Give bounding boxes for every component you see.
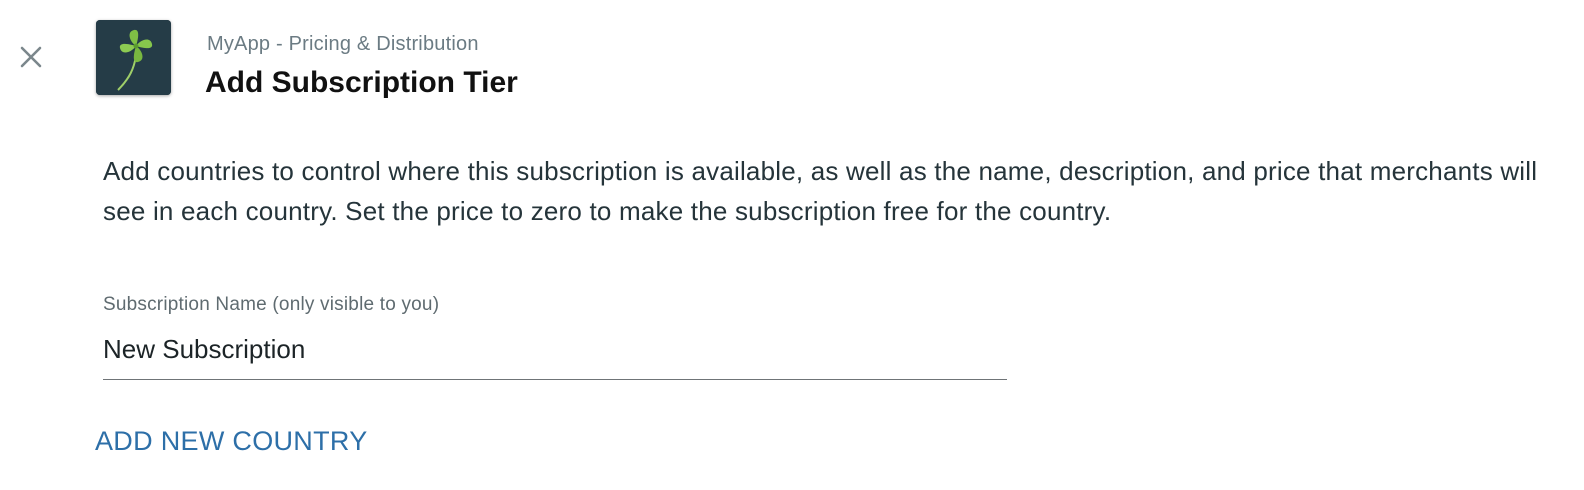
breadcrumb: MyApp - Pricing & Distribution <box>207 33 479 55</box>
close-icon <box>20 46 42 68</box>
close-button[interactable] <box>14 40 48 74</box>
subscription-name-field: Subscription Name (only visible to you) <box>103 294 1007 380</box>
page-description: Add countries to control where this subs… <box>103 156 1538 226</box>
clover-icon <box>96 20 171 95</box>
page-title: Add Subscription Tier <box>205 66 518 99</box>
app-icon <box>96 20 171 95</box>
add-new-country-button[interactable]: ADD NEW COUNTRY <box>95 426 368 457</box>
subscription-name-input[interactable] <box>103 334 1007 380</box>
subscription-name-label: Subscription Name (only visible to you) <box>103 294 440 315</box>
